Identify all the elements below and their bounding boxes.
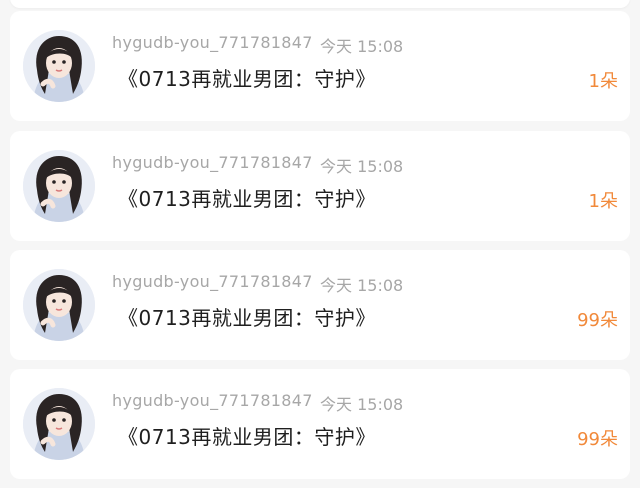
username[interactable]: hygudb-you_771781847 xyxy=(112,391,313,410)
flower-count: 99朵 xyxy=(577,429,618,450)
previous-card-edge xyxy=(10,0,630,8)
timestamp: 今天 15:08 xyxy=(320,276,404,295)
username[interactable]: hygudb-you_771781847 xyxy=(112,272,313,291)
message-text: 《0713再就业男团：守护》 xyxy=(118,425,376,449)
message-list-screen: hygudb-you_771781847 今天 15:08 《0713再就业男团… xyxy=(0,0,640,488)
username[interactable]: hygudb-you_771781847 xyxy=(112,153,313,172)
message-card[interactable]: hygudb-you_771781847 今天 15:08 《0713再就业男团… xyxy=(10,250,630,360)
user-avatar-icon[interactable] xyxy=(23,30,95,102)
timestamp: 今天 15:08 xyxy=(320,37,404,56)
message-text: 《0713再就业男团：守护》 xyxy=(118,306,376,330)
message-card[interactable]: hygudb-you_771781847 今天 15:08 《0713再就业男团… xyxy=(10,369,630,479)
user-avatar-icon[interactable] xyxy=(23,150,95,222)
flower-count: 1朵 xyxy=(588,71,618,92)
username[interactable]: hygudb-you_771781847 xyxy=(112,33,313,52)
flower-count: 1朵 xyxy=(588,191,618,212)
timestamp: 今天 15:08 xyxy=(320,157,404,176)
message-card[interactable]: hygudb-you_771781847 今天 15:08 《0713再就业男团… xyxy=(10,11,630,121)
flower-count: 99朵 xyxy=(577,310,618,331)
timestamp: 今天 15:08 xyxy=(320,395,404,414)
user-avatar-icon[interactable] xyxy=(23,388,95,460)
message-text: 《0713再就业男团：守护》 xyxy=(118,187,376,211)
user-avatar-icon[interactable] xyxy=(23,269,95,341)
message-card[interactable]: hygudb-you_771781847 今天 15:08 《0713再就业男团… xyxy=(10,131,630,241)
message-text: 《0713再就业男团：守护》 xyxy=(118,67,376,91)
